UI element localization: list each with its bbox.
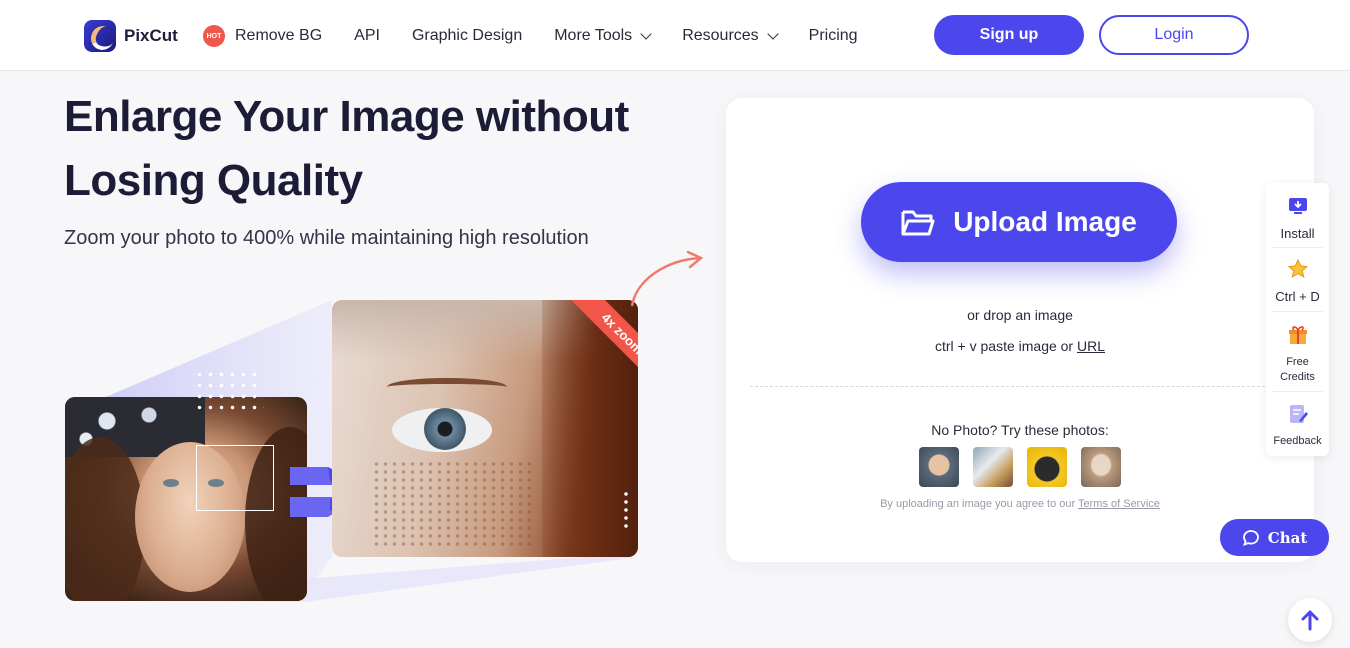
install-button[interactable]: Install (1266, 195, 1329, 241)
chat-label: Chat (1267, 528, 1308, 547)
sample-photos (919, 447, 1121, 487)
pixcut-logo[interactable]: PixCut (84, 20, 178, 52)
chevron-down-icon (767, 28, 779, 40)
sample-photo-thumbnail[interactable] (973, 447, 1013, 487)
decorative-dots (194, 369, 264, 414)
sample-photo-thumbnail[interactable] (1027, 447, 1067, 487)
arrow-up-icon (1301, 610, 1319, 631)
back-to-top-button[interactable] (1288, 598, 1332, 642)
terms-notice: By uploading an image you agree to our T… (880, 498, 1160, 510)
upload-panel[interactable]: Upload Image or drop an image ctrl + v p… (726, 98, 1314, 562)
login-button[interactable]: Login (1099, 15, 1249, 55)
nav-pricing[interactable]: Pricing (809, 27, 858, 45)
curved-arrow-icon (630, 250, 704, 307)
nav-resources[interactable]: Resources (682, 27, 779, 45)
chat-bubble-icon (1242, 529, 1259, 546)
top-nav-bar: PixCut HOT Remove BG API Graphic Design … (0, 0, 1350, 71)
sample-photo-thumbnail[interactable] (919, 447, 959, 487)
nav-graphic-design[interactable]: Graphic Design (412, 27, 522, 45)
page-subtitle: Zoom your photo to 400% while maintainin… (64, 227, 589, 249)
free-credits-button[interactable]: Free Credits (1266, 324, 1329, 385)
zoomed-photo: 4x zoom (332, 300, 638, 557)
terms-of-service-link[interactable]: Terms of Service (1078, 498, 1160, 510)
zoom-focus-box (196, 445, 274, 511)
sample-photo-thumbnail[interactable] (1081, 447, 1121, 487)
gift-icon (1288, 326, 1307, 344)
divider (750, 386, 1290, 387)
nav-api-label: API (354, 27, 380, 44)
nav-api[interactable]: API (354, 27, 380, 45)
enlarge-illustration: 4x zoom (64, 252, 704, 612)
signup-button[interactable]: Sign up (934, 15, 1084, 55)
sample-photos-title: No Photo? Try these photos: (931, 422, 1109, 438)
nav-graphic-design-label: Graphic Design (411, 27, 523, 44)
feedback-icon (1289, 405, 1308, 423)
star-icon (1287, 258, 1308, 279)
brand-name: PixCut (124, 26, 178, 45)
logo-mark-icon (84, 20, 116, 52)
bookmark-button[interactable]: Ctrl + D (1266, 258, 1329, 304)
nav-resources-label: Resources (682, 27, 759, 44)
page-title: Enlarge Your Image without Losing Qualit… (64, 92, 629, 205)
nav-more-tools-label: More Tools (554, 27, 633, 44)
nav-remove-bg[interactable]: HOT Remove BG (203, 25, 322, 47)
url-link[interactable]: URL (1077, 338, 1105, 354)
paste-hint: ctrl + v paste image or URL (934, 338, 1106, 354)
nav-pricing-label: Pricing (808, 27, 858, 44)
nav-more-tools[interactable]: More Tools (554, 27, 652, 45)
drop-hint: or drop an image (967, 307, 1073, 323)
chevron-down-icon (640, 28, 652, 40)
hot-badge-icon: HOT (203, 25, 225, 47)
feedback-button[interactable]: Feedback (1266, 403, 1329, 449)
main-nav: HOT Remove BG API Graphic Design More To… (203, 25, 890, 47)
side-toolbar: Install Ctrl + D Free Credits Feedback (1266, 183, 1329, 456)
install-icon (1288, 198, 1307, 214)
upload-image-label: Upload Image (953, 206, 1137, 237)
upload-image-button[interactable]: Upload Image (861, 182, 1177, 262)
nav-remove-bg-label: Remove BG (235, 27, 323, 44)
folder-open-icon (901, 210, 935, 236)
chat-button[interactable]: Chat (1220, 519, 1329, 556)
